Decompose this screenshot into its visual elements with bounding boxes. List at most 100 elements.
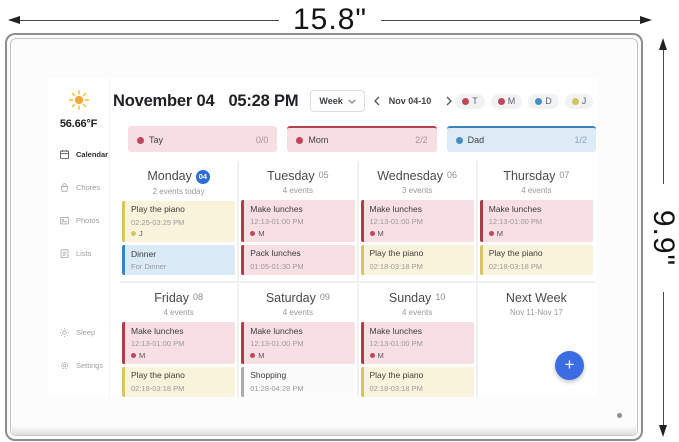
day-number: 08 — [193, 292, 203, 302]
calendar-grid: Monday042 events todayPlay the piano02:2… — [120, 161, 595, 397]
day-column[interactable]: Sunday104 eventsMake lunches12:13-01:00 … — [359, 283, 476, 397]
today-badge: 04 — [196, 170, 210, 184]
day-number: 09 — [320, 292, 330, 302]
day-name: Tuesday05 — [239, 169, 356, 183]
event-person-initial: J — [139, 229, 143, 238]
day-name: Saturday09 — [239, 291, 356, 305]
event-person: M — [489, 229, 587, 238]
sidebar-item-settings[interactable]: Settings — [48, 349, 109, 382]
filter-label: Mom — [308, 135, 328, 145]
event-title: Play the piano — [489, 248, 587, 259]
person-dot-icon — [131, 353, 136, 358]
event-card[interactable]: Make lunches12:13-01:00 PMM — [241, 200, 354, 242]
person-dot-icon — [572, 98, 579, 105]
arrow-right-icon — [640, 16, 652, 24]
event-person-initial: M — [258, 351, 264, 360]
event-card[interactable]: Make lunches12:13-01:00 PMM — [122, 322, 235, 364]
event-time: 02:18-03:18 PM — [370, 262, 468, 271]
next-week-button[interactable] — [443, 94, 455, 108]
person-dot-icon — [250, 353, 255, 358]
day-subtitle: 4 events — [120, 308, 237, 317]
day-name: Monday 04 — [120, 169, 237, 184]
person-dot-icon — [535, 98, 542, 105]
week-range-label: Nov 04-10 — [389, 96, 432, 106]
event-time: 12:13-01:00 PM — [131, 339, 229, 348]
view-selector[interactable]: Week — [310, 90, 364, 112]
filter-chip-dad[interactable]: Dad1/2 — [447, 126, 596, 152]
sidebar-menu: CalendarChoresPhotosLists Sleep Settings — [48, 138, 109, 382]
sidebar-item-lists[interactable]: Lists — [48, 237, 109, 270]
add-event-button[interactable]: + — [555, 351, 584, 380]
day-name-text: Friday — [154, 291, 189, 305]
event-title: Make lunches — [131, 326, 229, 337]
event-card[interactable]: Pack lunches01:05-01:30 PM — [241, 245, 354, 275]
day-column[interactable]: Monday042 events todayPlay the piano02:2… — [120, 161, 237, 281]
day-number: 05 — [319, 170, 329, 180]
person-chip[interactable]: T — [455, 94, 485, 109]
event-time: 01:05-01:30 PM — [250, 262, 348, 271]
event-card[interactable]: Make lunches12:13-01:00 PMM — [241, 322, 354, 364]
sidebar-item-label: Settings — [76, 361, 103, 370]
filter-chip-mom[interactable]: Mom2/2 — [287, 126, 436, 152]
event-person: M — [370, 229, 468, 238]
event-time: 02:25-03:25 PM — [131, 218, 229, 227]
day-column[interactable]: Friday 08 4 events Make lunches 12:13-01:00 … — [120, 283, 237, 397]
dimension-line — [663, 50, 664, 184]
day-events: Make lunches12:13-01:00 PMMPlay the pian… — [478, 200, 595, 281]
event-card[interactable]: DinnerFor Dinner — [122, 245, 235, 275]
day-header: Monday042 events today — [120, 161, 237, 201]
day-column[interactable]: Wednesday063 eventsMake lunches12:13-01:… — [359, 161, 476, 281]
sidebar-item-chores[interactable]: Chores — [48, 171, 109, 204]
sidebar-item-calendar[interactable]: Calendar — [48, 138, 109, 171]
width-dimension-label: 15.8" — [279, 5, 381, 35]
event-card[interactable]: Play the piano02:25-03:25 PMJ — [122, 201, 235, 243]
dimension-line — [381, 20, 640, 21]
day-header: Thursday074 events — [478, 161, 595, 200]
sun-icon — [68, 89, 90, 111]
event-card[interactable]: Make lunches12:13-01:00 PMM — [361, 322, 474, 364]
day-header: Tuesday054 events — [239, 161, 356, 200]
view-selector-label: Week — [319, 96, 342, 106]
prev-week-button[interactable] — [371, 94, 383, 108]
person-chip[interactable]: J — [565, 94, 594, 109]
day-events: Make lunches12:13-01:00 PMMPlay the pian… — [359, 322, 476, 397]
event-card[interactable]: Play the piano02:18-03:18 PM — [122, 367, 235, 397]
filter-chip-tay[interactable]: Tay0/0 — [128, 126, 277, 152]
lists-icon — [59, 248, 70, 259]
event-person: M — [250, 351, 348, 360]
event-card[interactable]: Shopping01:28-04:28 PM — [241, 367, 354, 397]
person-dot-icon — [370, 353, 375, 358]
day-column[interactable]: Saturday094 eventsMake lunches12:13-01:0… — [239, 283, 356, 397]
chevron-down-icon — [348, 99, 356, 104]
device-frame: 56.66°F CalendarChoresPhotosListsSleepSe… — [5, 33, 643, 441]
day-name-text: Monday — [147, 169, 191, 183]
day-header: Sunday104 events — [359, 283, 476, 322]
day-column[interactable]: Thursday074 eventsMake lunches12:13-01:0… — [478, 161, 595, 281]
chevron-right-icon — [446, 96, 452, 106]
people-chips: TMDJy — [455, 94, 597, 109]
event-card[interactable]: Play the piano02:18-03:18 PM — [361, 367, 474, 397]
person-chip[interactable]: D — [528, 94, 559, 109]
event-person: M — [250, 229, 348, 238]
sidebar-item-sleep[interactable]: Sleep — [48, 316, 109, 349]
day-header: Saturday094 events — [239, 283, 356, 322]
event-card[interactable]: Play the piano02:18-03:18 PM — [480, 245, 593, 275]
day-number: 10 — [435, 292, 445, 302]
sleep-icon — [59, 327, 70, 338]
event-card[interactable]: Make lunches12:13-01:00 PMM — [480, 200, 593, 242]
filter-name: Dad — [456, 135, 485, 145]
dimension-line — [20, 20, 279, 21]
person-initial: M — [508, 96, 516, 106]
day-column[interactable]: Tuesday054 eventsMake lunches12:13-01:00… — [239, 161, 356, 281]
event-card[interactable]: Play the piano02:18-03:18 PM — [361, 245, 474, 275]
day-name: Wednesday06 — [359, 169, 476, 183]
sidebar-item-photos[interactable]: Photos — [48, 204, 109, 237]
height-dimension: 9.9" — [655, 38, 671, 437]
event-title: Make lunches — [489, 204, 587, 215]
event-title: Shopping — [250, 370, 348, 381]
next-week-column[interactable]: Next WeekNov 11-Nov 17 — [478, 283, 595, 397]
person-chip[interactable]: M — [491, 94, 523, 109]
event-card[interactable]: Make lunches12:13-01:00 PMM — [361, 200, 474, 242]
filter-label: Tay — [149, 135, 163, 145]
day-events: Make lunches12:13-01:00 PMMPlay the pian… — [120, 322, 237, 397]
